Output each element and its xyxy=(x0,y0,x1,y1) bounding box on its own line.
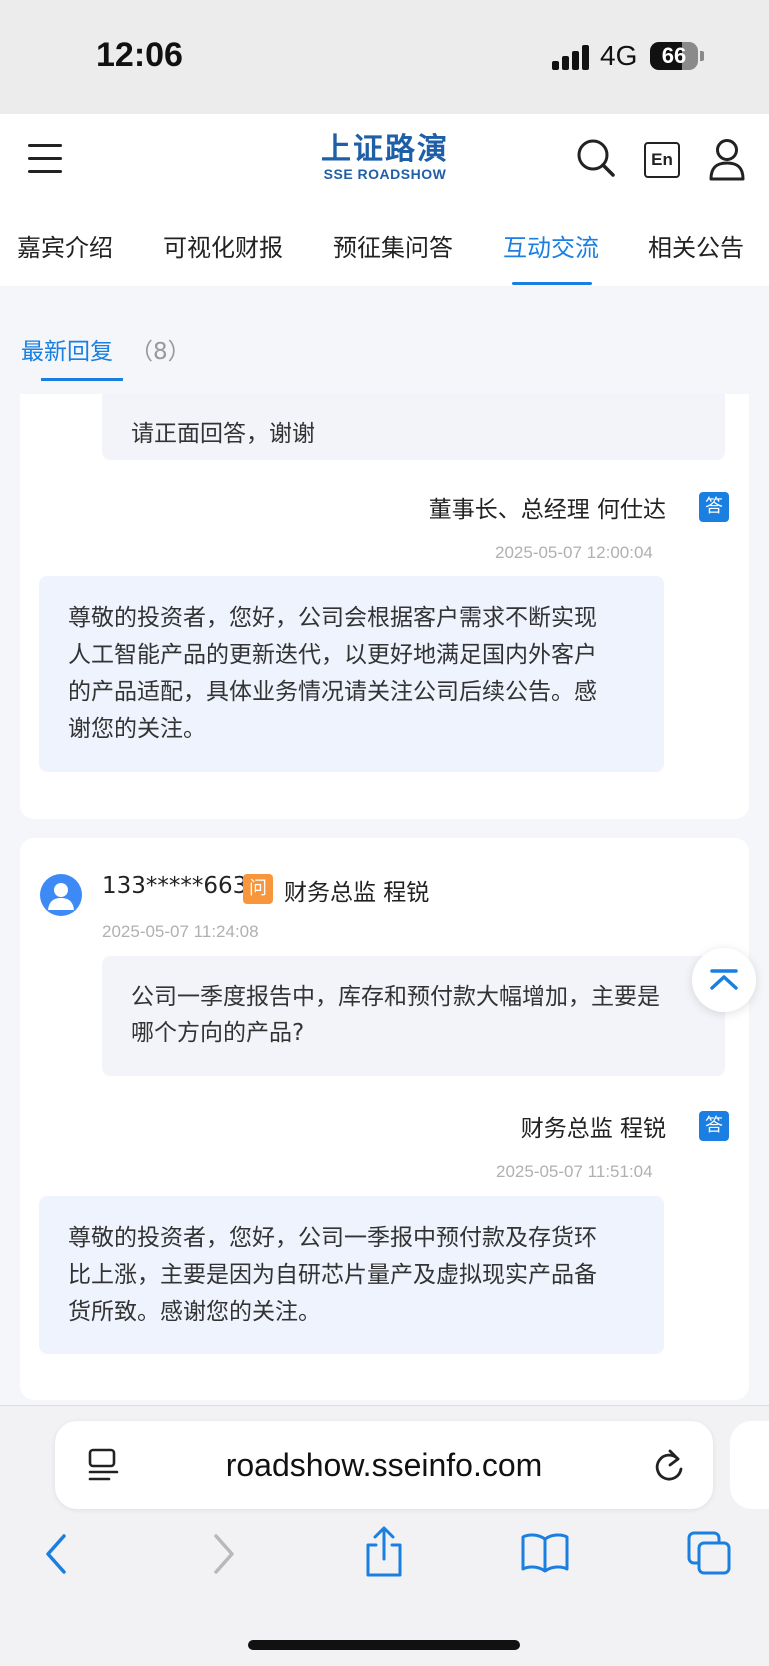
tab-pre-questions[interactable]: 预征集问答 xyxy=(333,228,453,263)
tab-visual-report[interactable]: 可视化财报 xyxy=(163,228,283,263)
tab-guests[interactable]: 嘉宾介绍 xyxy=(17,228,113,263)
back-icon[interactable] xyxy=(40,1531,74,1577)
scroll-to-top-button[interactable] xyxy=(692,948,756,1012)
subtab-indicator xyxy=(41,378,123,381)
status-time: 12:06 xyxy=(96,36,183,74)
logo[interactable]: 上证路演 SSE ROADSHOW xyxy=(300,134,470,186)
logo-main: 上证路演 xyxy=(321,132,449,167)
asker-id: 133*****663 xyxy=(102,873,248,899)
answer-time: 2025-05-07 12:00:04 xyxy=(495,543,653,562)
qa-card: 请正面回答，谢谢 董事长、总经理 何仕达 答 2025-05-07 12:00:… xyxy=(20,330,749,819)
answerer-name: 财务总监 程锐 xyxy=(520,1116,666,1142)
app-header: 上证路演 SSE ROADSHOW En xyxy=(0,114,769,206)
answer-time: 2025-05-07 11:51:04 xyxy=(496,1162,653,1181)
answer-line: 谢您的关注。 xyxy=(68,716,206,742)
answer-badge: 答 xyxy=(699,492,729,522)
answer-line: 比上涨，主要是因为自研芯片量产及虚拟现实产品备 xyxy=(68,1262,597,1288)
answer-line: 的产品适配，具体业务情况请关注公司后续公告。感 xyxy=(68,679,597,705)
battery-level: 66 xyxy=(661,43,687,68)
answer-line: 人工智能产品的更新迭代，以更好地满足国内外客户 xyxy=(68,642,597,668)
reply-count: （8） xyxy=(130,339,191,365)
battery-tip xyxy=(700,51,704,61)
home-indicator xyxy=(248,1640,520,1650)
tab-announcements[interactable]: 相关公告 xyxy=(648,228,744,263)
answer-line: 尊敬的投资者，您好，公司一季报中预付款及存货环 xyxy=(68,1225,597,1251)
search-icon[interactable] xyxy=(576,138,616,178)
tabs-icon[interactable] xyxy=(686,1530,732,1576)
bookmarks-icon[interactable] xyxy=(520,1531,570,1575)
question-target: 财务总监 程锐 xyxy=(284,880,430,906)
url-text: roadshow.sseinfo.com xyxy=(225,1447,543,1483)
reload-icon[interactable] xyxy=(651,1447,687,1485)
menu-icon[interactable] xyxy=(28,144,62,174)
answer-line: 货所致。感谢您的关注。 xyxy=(68,1299,321,1325)
browser-toolbar: roadshow.sseinfo.com xyxy=(0,1405,769,1666)
reply-subtabs: 最新回复 （8） xyxy=(0,286,769,394)
answerer-name: 董事长、总经理 何仕达 xyxy=(428,497,666,523)
answer-line: 尊敬的投资者，您好，公司会根据客户需求不断实现 xyxy=(68,605,597,631)
question-line: 公司一季度报告中，库存和预付款大幅增加，主要是 xyxy=(131,984,660,1010)
answer-bubble: 尊敬的投资者，您好，公司一季报中预付款及存货环 比上涨，主要是因为自研芯片量产及… xyxy=(39,1196,664,1354)
subtab-latest-replies[interactable]: 最新回复 xyxy=(21,332,113,366)
qa-card: 133*****663 问 财务总监 程锐 2025-05-07 11:24:0… xyxy=(20,838,749,1400)
network-type: 4G xyxy=(600,40,638,71)
signal-icon xyxy=(552,44,594,70)
question-line: 哪个方向的产品? xyxy=(131,1020,305,1046)
chevron-up-icon xyxy=(710,969,738,990)
question-bubble: 请正面回答，谢谢 xyxy=(102,386,725,460)
active-tab-indicator xyxy=(512,282,592,285)
status-bar: 12:06 4G 66 xyxy=(0,0,769,114)
question-badge: 问 xyxy=(243,874,273,904)
share-icon[interactable] xyxy=(362,1525,406,1579)
battery-icon: 66 xyxy=(650,42,698,70)
user-icon[interactable] xyxy=(708,138,746,182)
section-tabs: 嘉宾介绍 可视化财报 预征集问答 互动交流 相关公告 xyxy=(0,206,769,286)
next-tab-peek[interactable] xyxy=(730,1421,769,1509)
answer-badge: 答 xyxy=(699,1111,729,1141)
language-button[interactable]: En xyxy=(644,142,680,178)
question-text: 请正面回答，谢谢 xyxy=(131,421,315,447)
question-bubble: 公司一季度报告中，库存和预付款大幅增加，主要是 哪个方向的产品? xyxy=(102,956,725,1076)
person-icon xyxy=(48,883,74,910)
question-time: 2025-05-07 11:24:08 xyxy=(102,922,259,941)
tab-interaction[interactable]: 互动交流 xyxy=(503,228,599,263)
avatar xyxy=(40,874,82,916)
forward-icon[interactable] xyxy=(206,1531,240,1577)
address-bar[interactable]: roadshow.sseinfo.com xyxy=(55,1421,713,1509)
logo-sub: SSE ROADSHOW xyxy=(323,166,447,182)
answer-bubble: 尊敬的投资者，您好，公司会根据客户需求不断实现 人工智能产品的更新迭代，以更好地… xyxy=(39,576,664,772)
